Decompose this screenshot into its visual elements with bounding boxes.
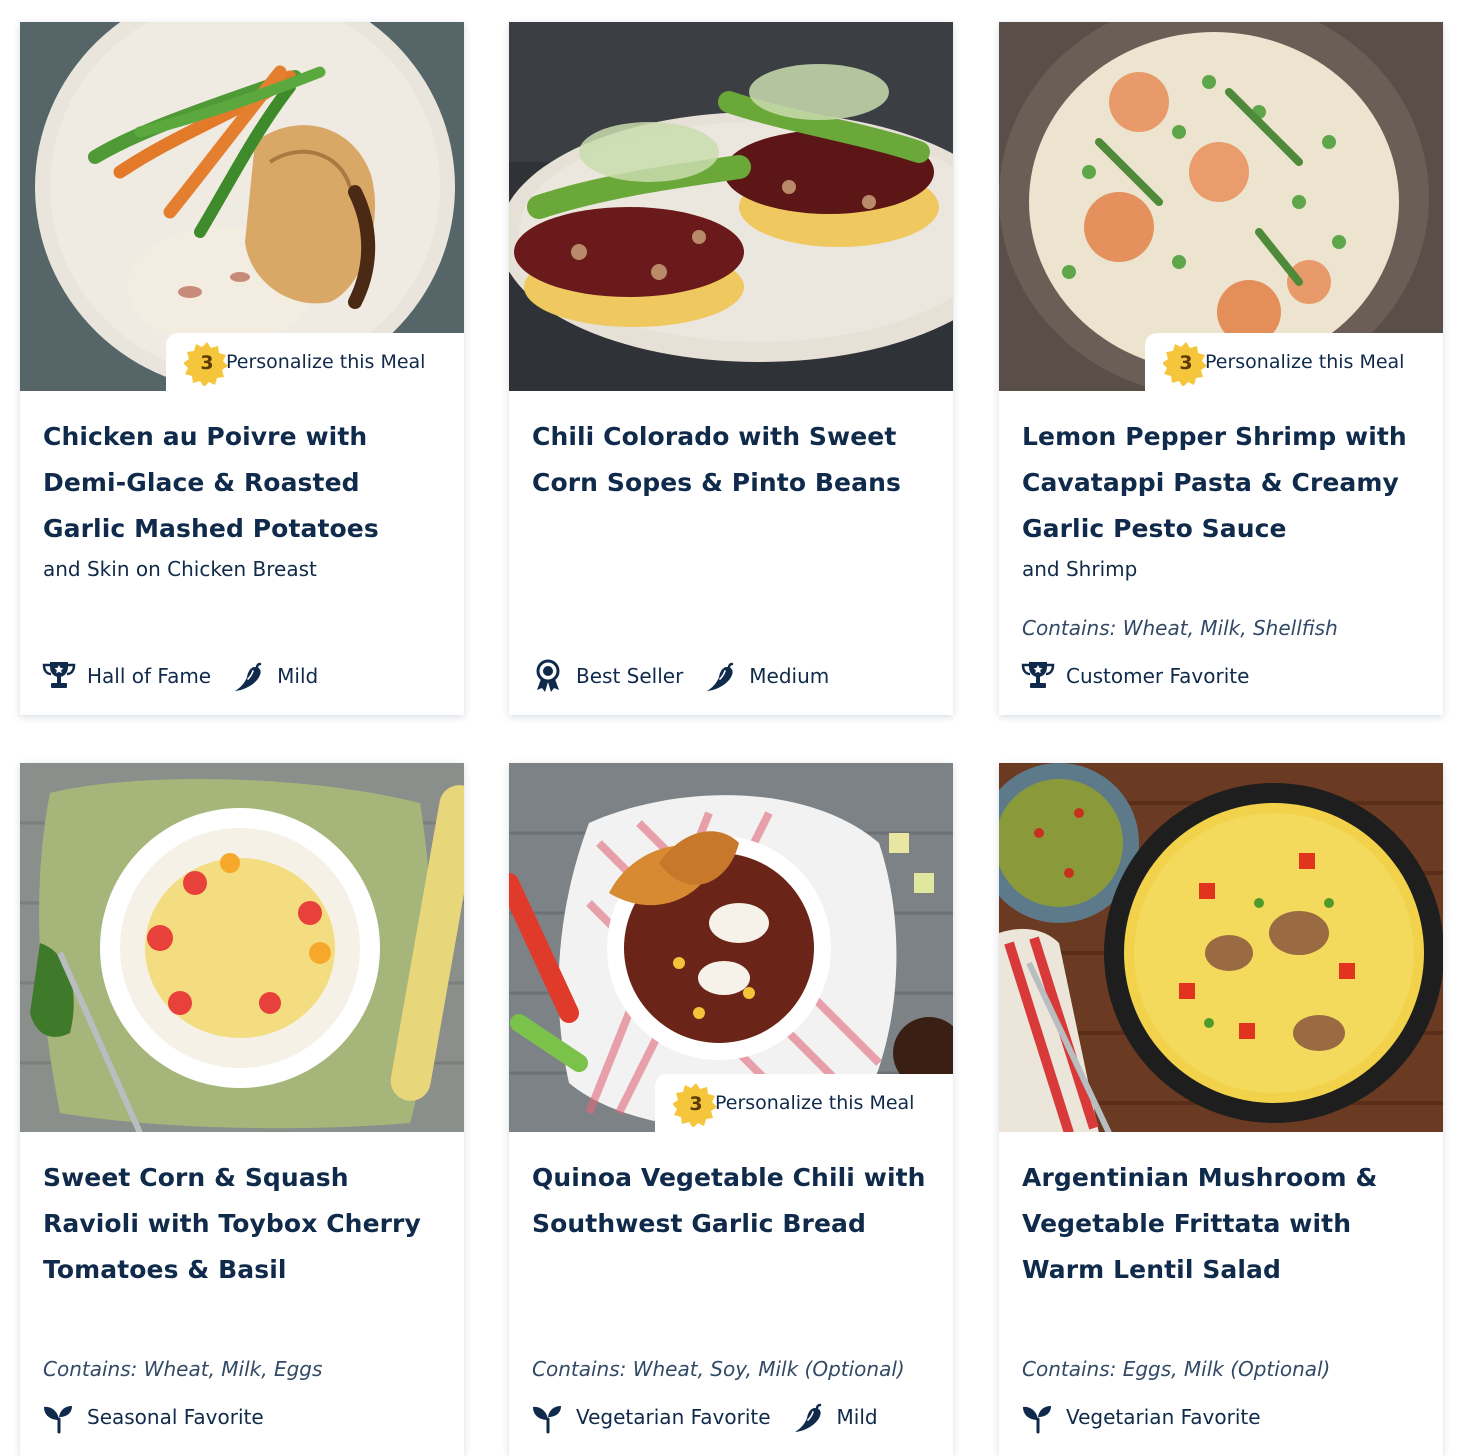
meal-photo[interactable]: 3 Personalize this Meal <box>20 22 464 391</box>
meal-photo[interactable] <box>999 763 1443 1132</box>
personalize-meal-button[interactable]: 3 Personalize this Meal <box>166 333 464 391</box>
meal-tags: Customer Favorite <box>1020 658 1269 694</box>
meal-card[interactable]: 3 Personalize this Meal Lemon Pepper Shr… <box>999 22 1443 715</box>
tag-label: Best Seller <box>576 664 684 688</box>
meal-title[interactable]: Quinoa Vegetable Chili with Southwest Ga… <box>532 1155 935 1247</box>
allergen-info: Contains: Wheat, Milk, Shellfish <box>1022 616 1338 640</box>
tag-spice-level: Medium <box>703 658 829 694</box>
personalize-count: 3 <box>200 352 214 374</box>
tag-label: Medium <box>749 664 830 688</box>
tag-label: Vegetarian Favorite <box>1066 1405 1261 1429</box>
meal-title[interactable]: Argentinian Mushroom & Vegetable Frittat… <box>1022 1155 1425 1293</box>
personalize-label: Personalize this Meal <box>1205 351 1405 373</box>
allergen-info: Contains: Wheat, Soy, Milk (Optional) <box>532 1357 905 1381</box>
meal-tags: Seasonal Favorite <box>41 1399 284 1435</box>
meal-card[interactable]: Argentinian Mushroom & Vegetable Frittat… <box>999 763 1443 1456</box>
meal-card[interactable]: 3 Personalize this Meal Chicken au Poivr… <box>20 22 464 715</box>
meal-card[interactable]: Chili Colorado with Sweet Corn Sopes & P… <box>509 22 953 715</box>
sprout-icon <box>530 1399 566 1435</box>
chili-pepper-icon <box>791 1399 827 1435</box>
meal-subtitle: and Shrimp <box>1022 557 1138 581</box>
meal-title[interactable]: Chili Colorado with Sweet Corn Sopes & P… <box>532 414 935 506</box>
tag-vegetarian-favorite: Vegetarian Favorite <box>530 1399 771 1435</box>
tag-spice-level: Mild <box>231 658 318 694</box>
allergen-info: Contains: Wheat, Milk, Eggs <box>43 1357 323 1381</box>
tag-best-seller: Best Seller <box>530 658 683 694</box>
personalize-count: 3 <box>1179 352 1193 374</box>
allergen-info: Contains: Eggs, Milk (Optional) <box>1022 1357 1331 1381</box>
award-ribbon-icon <box>530 658 566 694</box>
tag-label: Mild <box>836 1405 878 1429</box>
meal-title[interactable]: Lemon Pepper Shrimp with Cavatappi Pasta… <box>1022 414 1425 552</box>
meal-photo[interactable] <box>20 763 464 1132</box>
personalize-meal-button[interactable]: 3 Personalize this Meal <box>655 1074 953 1132</box>
chili-pepper-icon <box>231 658 267 694</box>
personalize-label: Personalize this Meal <box>715 1092 915 1114</box>
trophy-icon <box>41 658 77 694</box>
meal-title[interactable]: Sweet Corn & Squash Ravioli with Toybox … <box>43 1155 446 1293</box>
tag-label: Mild <box>277 664 319 688</box>
meal-card[interactable]: 3 Personalize this Meal Quinoa Vegetable… <box>509 763 953 1456</box>
meal-subtitle: and Skin on Chicken Breast <box>43 557 317 581</box>
meal-card[interactable]: Sweet Corn & Squash Ravioli with Toybox … <box>20 763 464 1456</box>
tag-spice-level: Mild <box>791 1399 878 1435</box>
meal-tags: Best Seller Medium <box>530 658 849 694</box>
chili-pepper-icon <box>703 658 739 694</box>
tag-customer-favorite: Customer Favorite <box>1020 658 1249 694</box>
tag-label: Vegetarian Favorite <box>576 1405 771 1429</box>
personalize-label: Personalize this Meal <box>226 351 426 373</box>
meal-photo[interactable] <box>509 22 953 391</box>
trophy-icon <box>1020 658 1056 694</box>
sprout-icon <box>1020 1399 1056 1435</box>
meal-tags: Hall of Fame Mild <box>41 658 338 694</box>
sprout-icon <box>41 1399 77 1435</box>
meal-tags: Vegetarian Favorite <box>1020 1399 1281 1435</box>
tag-vegetarian-favorite: Vegetarian Favorite <box>1020 1399 1261 1435</box>
tag-seasonal-favorite: Seasonal Favorite <box>41 1399 264 1435</box>
tag-hall-of-fame: Hall of Fame <box>41 658 211 694</box>
tag-label: Hall of Fame <box>87 664 212 688</box>
meal-photo[interactable]: 3 Personalize this Meal <box>509 763 953 1132</box>
meal-title[interactable]: Chicken au Poivre with Demi-Glace & Roas… <box>43 414 446 552</box>
personalize-count: 3 <box>689 1093 703 1115</box>
meal-grid: 3 Personalize this Meal Chicken au Poivr… <box>0 0 1466 1456</box>
personalize-meal-button[interactable]: 3 Personalize this Meal <box>1145 333 1443 391</box>
meal-photo[interactable]: 3 Personalize this Meal <box>999 22 1443 391</box>
meal-tags: Vegetarian Favorite Mild <box>530 1399 898 1435</box>
tag-label: Seasonal Favorite <box>87 1405 264 1429</box>
tag-label: Customer Favorite <box>1066 664 1250 688</box>
